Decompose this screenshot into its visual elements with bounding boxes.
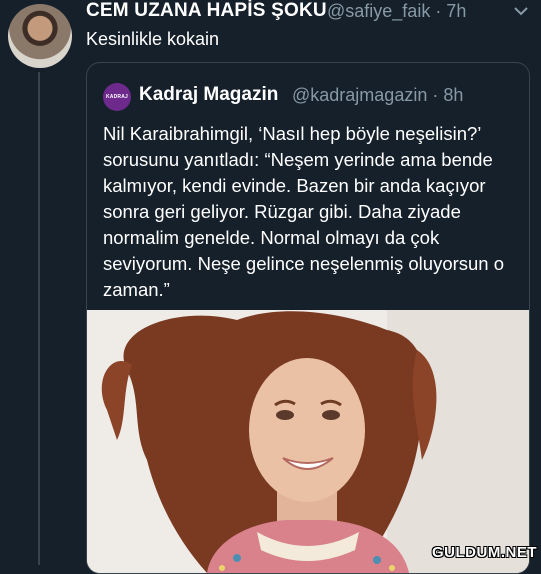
quoted-tweet[interactable]: KADRAJ Kadraj Magazin @kadrajmagazin · 8… [86,62,530,574]
watermark: GULDUM.NET [432,544,537,561]
quoted-tweet-text: Nil Karaibrahimgil, ‘Nasıl hep böyle neş… [103,123,505,300]
author-name[interactable]: CEM UZANA HAPİS ŞOKU [86,0,327,22]
thread-line [38,72,40,565]
quoted-photo[interactable] [87,310,529,573]
tweet-text: Kesinlikle kokain [86,29,220,49]
author-handle[interactable]: @safiye_faik · 7h [327,1,466,22]
quoted-author-name: Kadraj Magazin [139,84,279,105]
kadraj-logo-icon: KADRAJ [103,83,131,111]
portrait-illustration [87,310,529,573]
chevron-down-icon[interactable] [510,0,532,22]
avatar[interactable] [8,4,72,68]
quoted-author-handle: @kadrajmagazin · 8h [292,85,464,105]
